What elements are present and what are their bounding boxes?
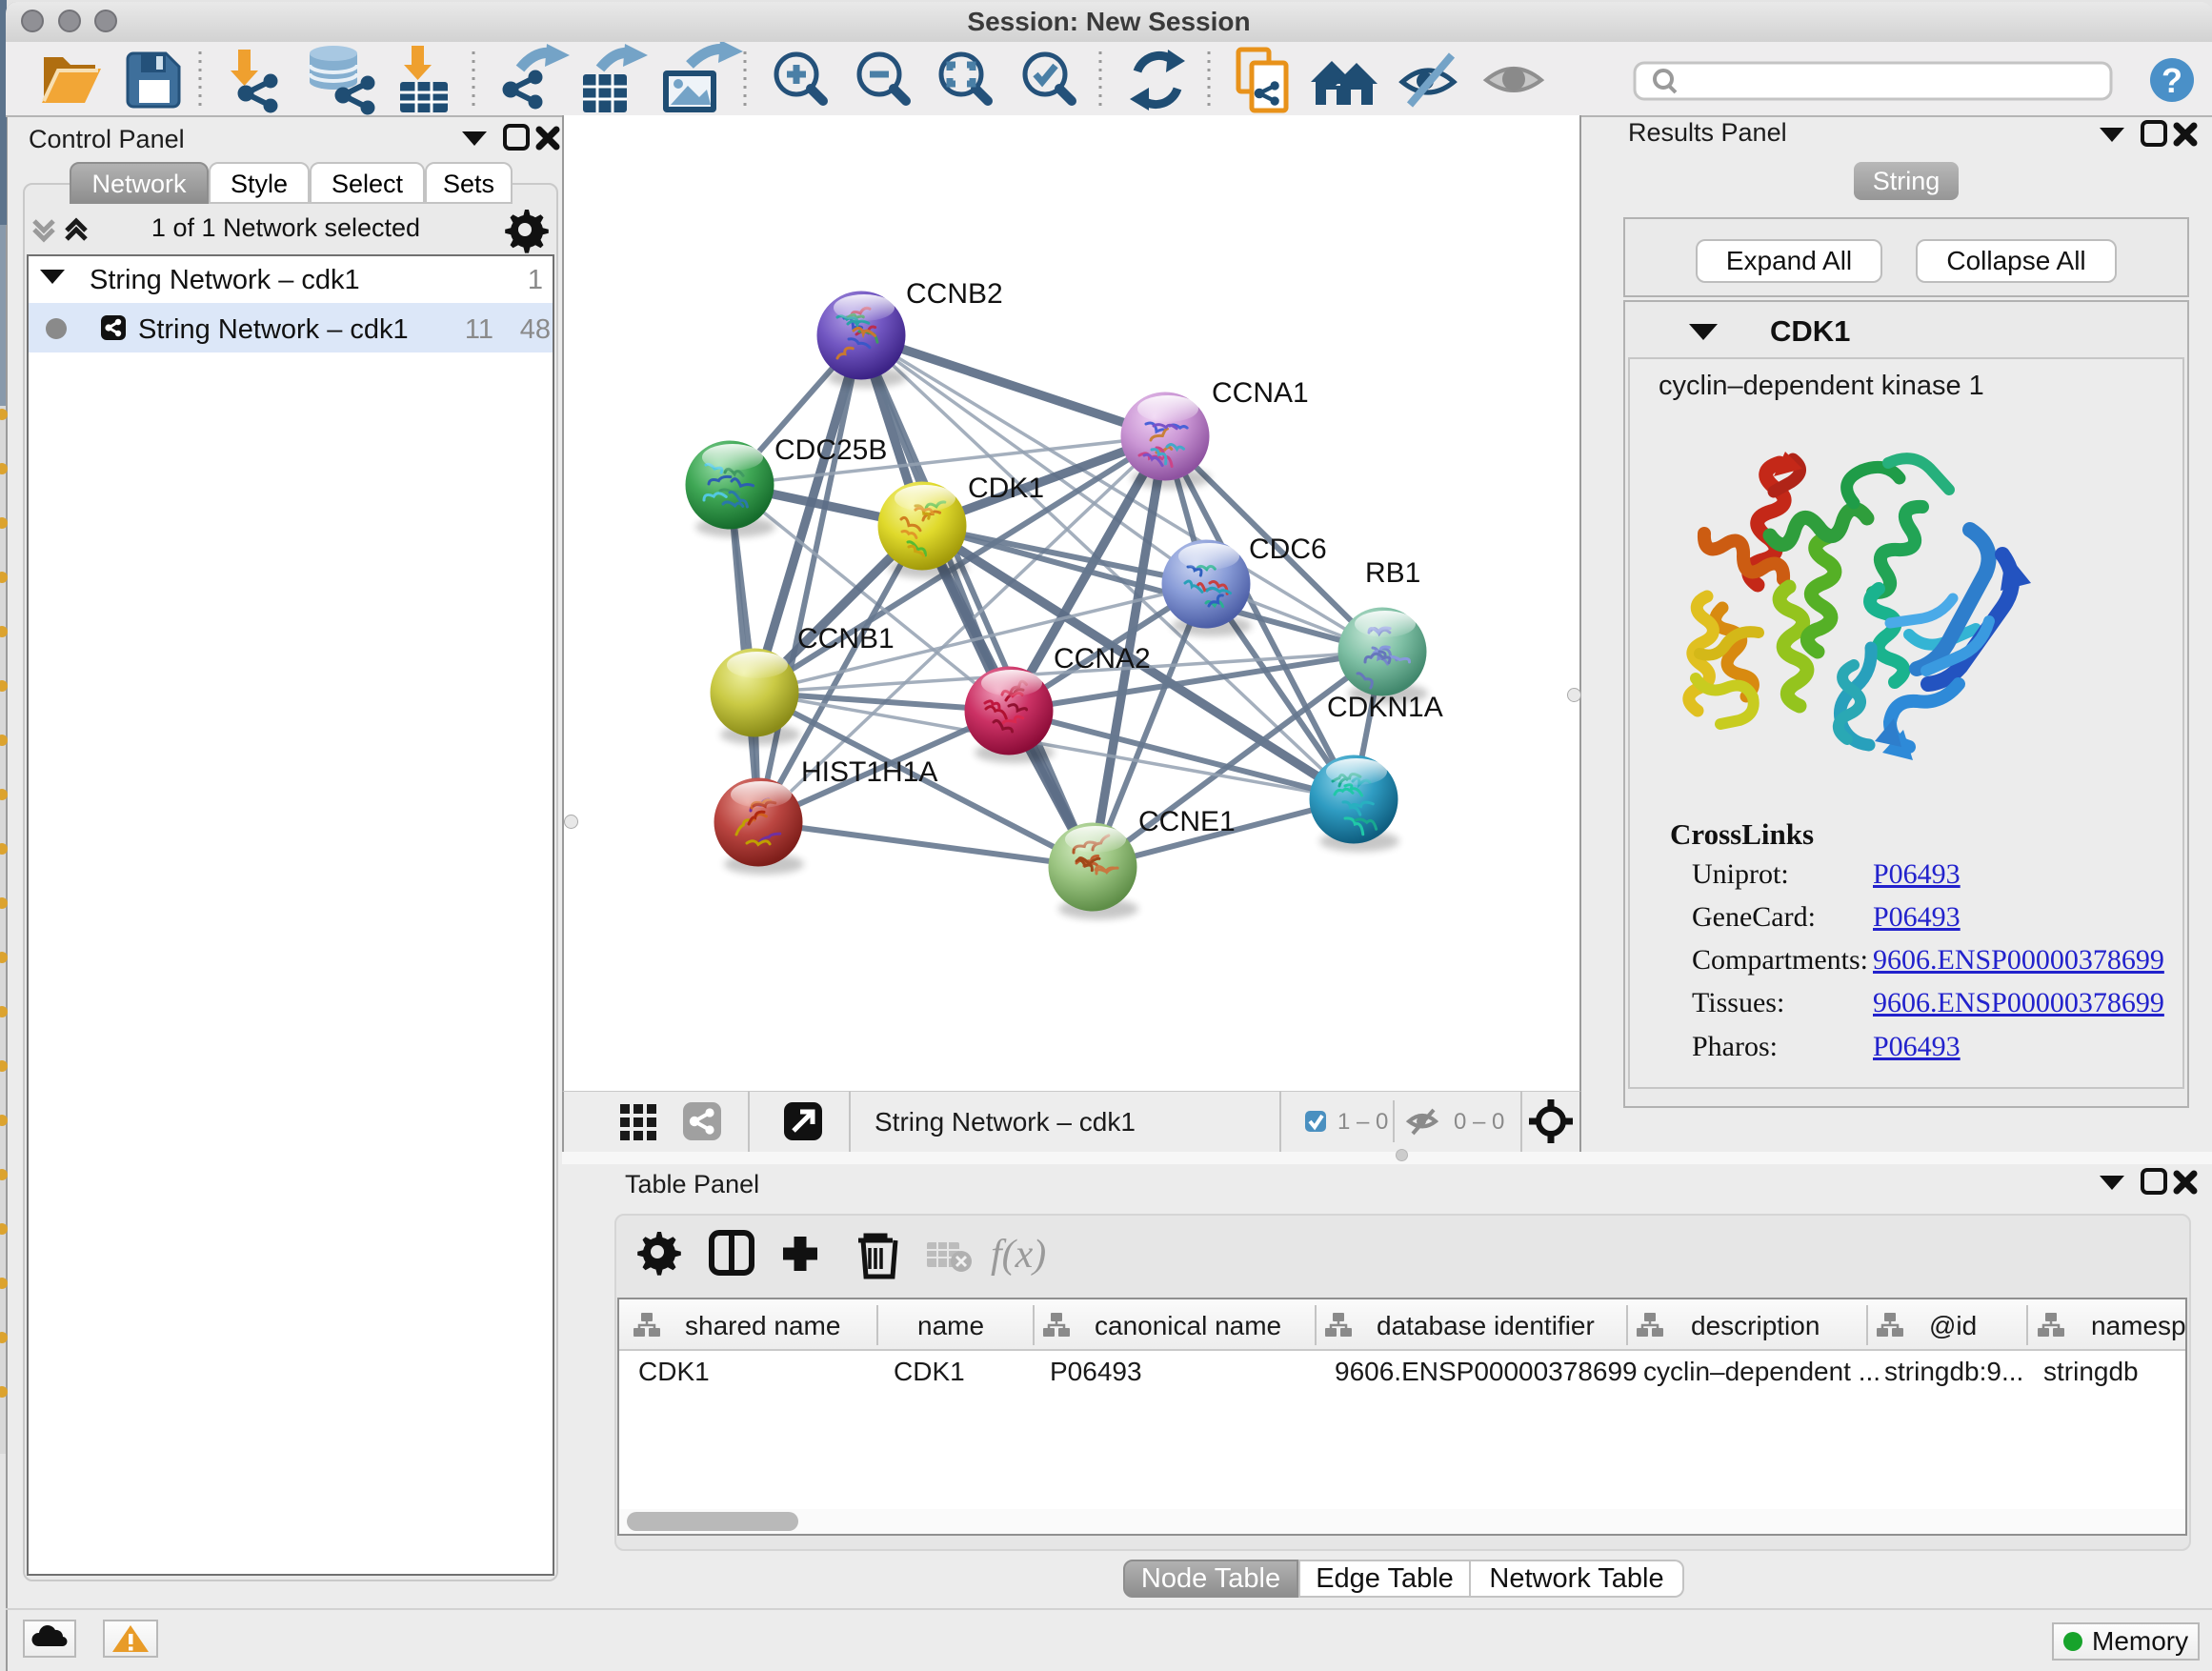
svg-text:canonical name: canonical name (1095, 1311, 1281, 1340)
svg-text:CCNA2: CCNA2 (1054, 643, 1151, 674)
svg-text:shared name: shared name (685, 1311, 840, 1340)
svg-text:CDKN1A: CDKN1A (1327, 692, 1443, 723)
svg-text:CCNA1: CCNA1 (1212, 377, 1309, 409)
svg-text:1 – 0: 1 – 0 (1337, 1109, 1388, 1135)
svg-text:0 – 0: 0 – 0 (1454, 1109, 1504, 1135)
svg-text:HIST1H1A: HIST1H1A (801, 756, 937, 788)
svg-text:RB1: RB1 (1365, 557, 1420, 589)
svg-text:CDK1: CDK1 (968, 473, 1044, 504)
svg-text:CCNE1: CCNE1 (1138, 806, 1236, 837)
svg-text:name: name (917, 1311, 984, 1340)
svg-text:description: description (1691, 1311, 1820, 1340)
svg-text:namespace: namespace (2091, 1311, 2185, 1340)
svg-text:String Network – cdk1: String Network – cdk1 (875, 1107, 1136, 1137)
svg-text:CCNB2: CCNB2 (906, 278, 1003, 310)
svg-text:f(x): f(x) (991, 1233, 1046, 1277)
svg-text:?: ? (2162, 61, 2182, 100)
svg-text:CDC6: CDC6 (1249, 534, 1327, 565)
svg-text:CDC25B: CDC25B (774, 434, 887, 466)
svg-text:CCNB1: CCNB1 (797, 623, 895, 654)
svg-text:database identifier: database identifier (1377, 1311, 1595, 1340)
svg-text:@id: @id (1929, 1311, 1977, 1340)
